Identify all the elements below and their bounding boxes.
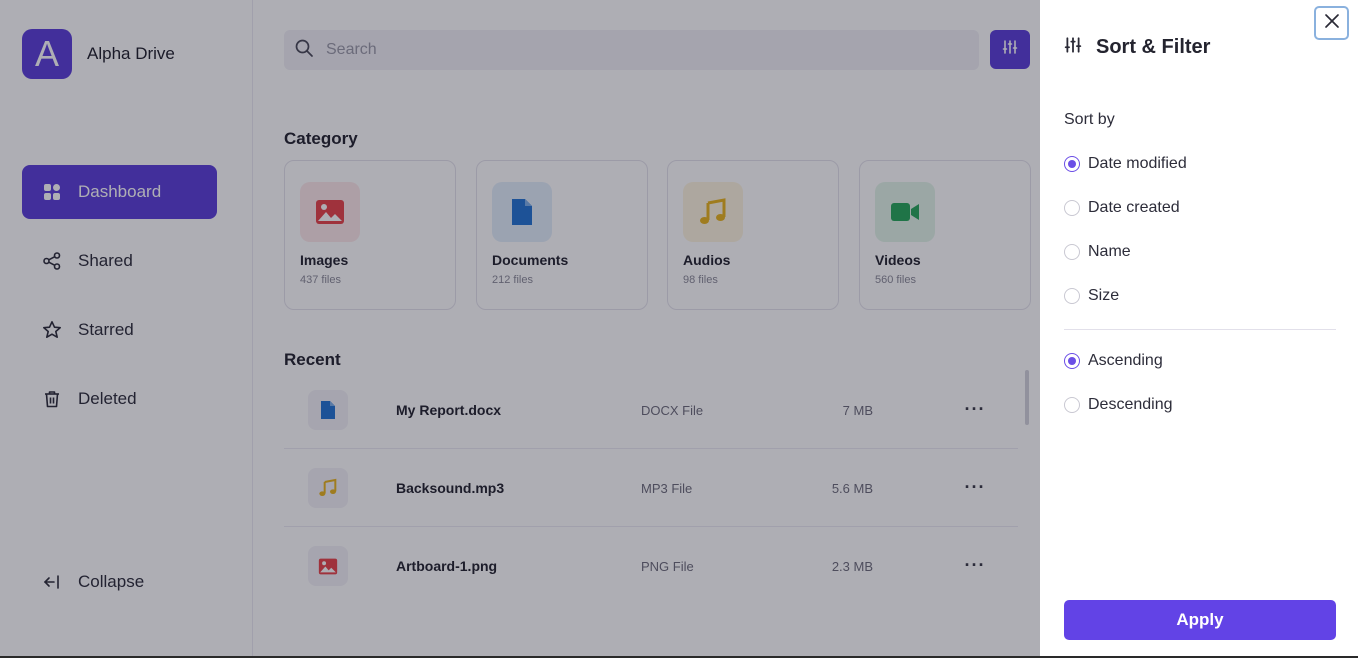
panel-header: Sort & Filter — [1064, 36, 1210, 59]
radio-button[interactable] — [1064, 244, 1080, 260]
radio-button[interactable] — [1064, 156, 1080, 172]
sliders-icon — [1064, 36, 1082, 59]
radio-button[interactable] — [1064, 353, 1080, 369]
sort-filter-panel: Sort & Filter Sort by Date modified Date… — [1040, 0, 1358, 656]
option-label: Date created — [1088, 199, 1180, 216]
option-label: Size — [1088, 287, 1120, 304]
close-icon — [1324, 13, 1340, 34]
option-label: Name — [1088, 243, 1131, 260]
option-label: Descending — [1088, 396, 1173, 413]
radio-button[interactable] — [1064, 200, 1080, 216]
close-button[interactable] — [1314, 6, 1349, 40]
order-option-ascending[interactable]: Ascending — [1064, 352, 1163, 370]
sort-option-date-modified[interactable]: Date modified — [1064, 155, 1187, 173]
radio-button[interactable] — [1064, 288, 1080, 304]
order-option-descending[interactable]: Descending — [1064, 396, 1173, 414]
sort-by-label: Sort by — [1064, 111, 1115, 128]
sort-option-date-created[interactable]: Date created — [1064, 199, 1180, 217]
panel-title: Sort & Filter — [1096, 36, 1211, 58]
sort-option-size[interactable]: Size — [1064, 287, 1119, 305]
modal-backdrop[interactable] — [0, 0, 1040, 658]
sort-option-name[interactable]: Name — [1064, 243, 1131, 261]
radio-button[interactable] — [1064, 397, 1080, 413]
apply-button[interactable]: Apply — [1064, 600, 1336, 640]
option-label: Date modified — [1088, 155, 1187, 172]
divider — [1064, 329, 1336, 330]
option-label: Ascending — [1088, 352, 1163, 369]
